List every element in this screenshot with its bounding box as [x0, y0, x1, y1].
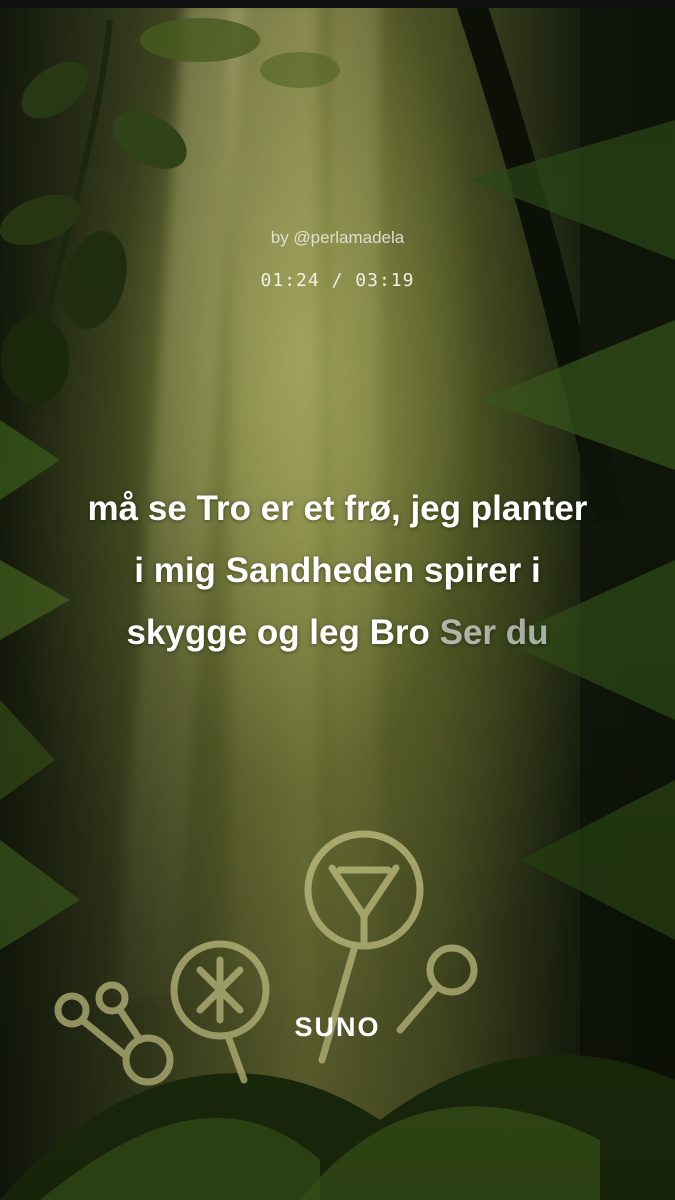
suno-logo[interactable]: SUNO [0, 1012, 675, 1043]
lyrics-block: må se Tro er et frø, jeg planter i mig S… [40, 478, 635, 664]
lyric-line: må se Tro er et frø, jeg planter [40, 478, 635, 540]
creator-credit[interactable]: by @perlamadela [0, 228, 675, 248]
total-duration: 03:19 [355, 270, 415, 291]
lyric-sung: skygge og leg Bro [126, 613, 430, 652]
lyric-line: i mig Sandheden spirer i [40, 540, 635, 602]
elapsed-time: 01:24 [260, 270, 320, 291]
lyric-upcoming: Ser du [439, 613, 549, 652]
lyric-sung: må se Tro er et frø, jeg planter [87, 489, 588, 528]
lyric-sung: i mig Sandheden spirer i [134, 551, 541, 590]
playback-time: 01:24 / 03:19 [0, 270, 675, 291]
time-separator: / [331, 270, 344, 291]
lyric-line: skygge og leg Bro Ser du [40, 602, 635, 664]
